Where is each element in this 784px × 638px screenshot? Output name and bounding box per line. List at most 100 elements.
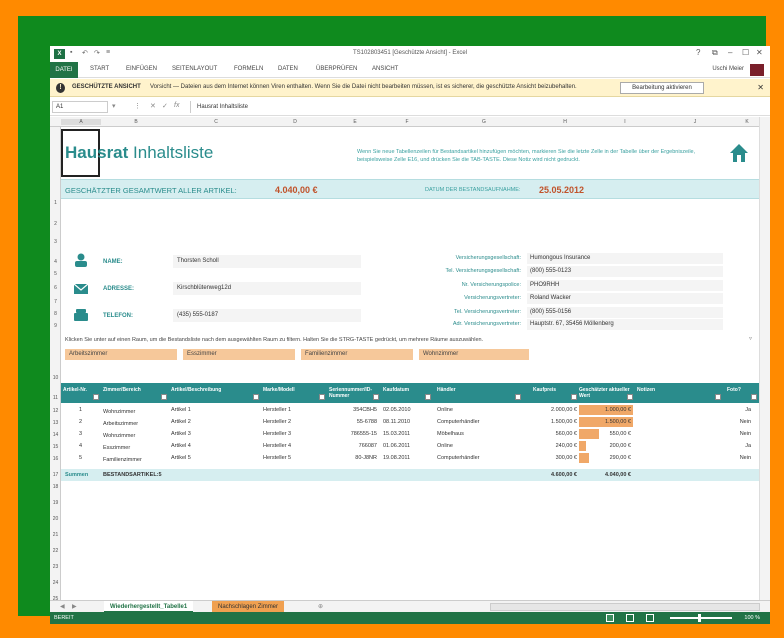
table-row[interactable]: 4 Esszimmer Artikel 4 Hersteller 4 76608… (61, 440, 759, 452)
filter-dropdown-icon[interactable] (515, 394, 521, 400)
filter-dropdown-icon[interactable] (161, 394, 167, 400)
row-6[interactable]: 6 (50, 285, 61, 291)
agent-value[interactable]: Roland Wacker (527, 293, 723, 304)
table-row[interactable]: 1 Wohnzimmer Artikel 1 Hersteller 1 354C… (61, 404, 759, 416)
column-f[interactable]: F (381, 119, 433, 125)
header-dealer[interactable]: Händler (437, 387, 456, 393)
column-c[interactable]: C (171, 119, 261, 125)
normal-view-icon[interactable] (606, 614, 614, 622)
filter-dropdown-icon[interactable] (571, 394, 577, 400)
row-5[interactable]: 5 (50, 271, 61, 277)
tab-formulas[interactable]: FORMELN (234, 66, 263, 72)
filter-dropdown-icon[interactable] (627, 394, 633, 400)
tab-insert[interactable]: EINFÜGEN (126, 66, 157, 72)
header-item[interactable]: Artikel/Beschreibung (171, 387, 221, 393)
avatar[interactable] (750, 64, 764, 76)
name-box[interactable]: A1 (52, 101, 108, 113)
filter-dropdown-icon[interactable] (253, 394, 259, 400)
row-1[interactable]: 1 (50, 200, 61, 206)
column-j[interactable]: J (655, 119, 735, 125)
minimize-button[interactable]: – (728, 48, 732, 57)
header-nr[interactable]: Artikel-Nr. (63, 387, 87, 393)
row-17[interactable]: 17 (50, 472, 61, 478)
tab-view[interactable]: ANSICHT (372, 66, 398, 72)
row-14[interactable]: 14 (50, 432, 61, 438)
table-row[interactable]: 5 Familienzimmer Artikel 5 Hersteller 5 … (61, 452, 759, 464)
enter-icon[interactable]: ✓ (162, 102, 168, 110)
header-room[interactable]: Zimmer/Bereich (103, 387, 141, 393)
formula-input[interactable]: Hausrat Inhaltsliste (190, 101, 760, 113)
table-row[interactable]: 2 Arbeitszimmer Artikel 2 Hersteller 2 5… (61, 416, 759, 428)
column-a[interactable]: A (61, 119, 101, 125)
table-row[interactable]: 3 Wohnzimmer Artikel 3 Hersteller 3 7865… (61, 428, 759, 440)
maximize-button[interactable]: ☐ (742, 48, 749, 57)
tab-file[interactable]: DATEI (50, 62, 78, 78)
page-break-view-icon[interactable] (646, 614, 654, 622)
column-i[interactable]: I (595, 119, 655, 125)
row-3[interactable]: 3 (50, 239, 61, 245)
filter-dropdown-icon[interactable] (715, 394, 721, 400)
row-7[interactable]: 7 (50, 299, 61, 305)
row-9[interactable]: 9 (50, 323, 61, 329)
filter-dropdown-icon[interactable] (425, 394, 431, 400)
user-name[interactable]: Uschi Meier (712, 66, 744, 72)
header-photo[interactable]: Foto? (727, 387, 741, 393)
row-12[interactable]: 12 (50, 408, 61, 414)
filter-dropdown-icon[interactable] (93, 394, 99, 400)
row-11[interactable]: 11 (50, 395, 61, 401)
cancel-icon[interactable]: ✕ (150, 102, 156, 110)
tab-review[interactable]: ÜBERPRÜFEN (316, 66, 357, 72)
column-h[interactable]: H (535, 119, 595, 125)
zoom-slider[interactable] (670, 617, 732, 619)
slicer-esszimmer[interactable]: Esszimmer (183, 349, 295, 360)
column-d[interactable]: D (261, 119, 329, 125)
row-13[interactable]: 13 (50, 420, 61, 426)
slicer-arbeitszimmer[interactable]: Arbeitszimmer (65, 349, 177, 360)
slicer-familienzimmer[interactable]: Familienzimmer (301, 349, 413, 360)
worksheet[interactable]: Hausrat Inhaltsliste Wenn Sie neue Tabel… (61, 127, 759, 600)
row-19[interactable]: 19 (50, 500, 61, 506)
column-g[interactable]: G (433, 119, 535, 125)
insurer-value[interactable]: Humongous Insurance (527, 253, 723, 264)
tab-page-layout[interactable]: SEITENLAYOUT (172, 66, 217, 72)
address-value[interactable]: Kirschblütenweg12d (173, 282, 361, 295)
row-23[interactable]: 23 (50, 564, 61, 570)
page-layout-view-icon[interactable] (626, 614, 634, 622)
filter-dropdown-icon[interactable] (319, 394, 325, 400)
row-16[interactable]: 16 (50, 456, 61, 462)
help-button[interactable]: ? (696, 48, 700, 57)
close-bar-icon[interactable]: ✕ (757, 83, 764, 92)
zoom-level[interactable]: 100 % (744, 615, 760, 621)
header-serial[interactable]: Seriennummer/ID-Nummer (329, 387, 379, 399)
row-4[interactable]: 4 (50, 259, 61, 265)
column-b[interactable]: B (101, 119, 171, 125)
enable-editing-button[interactable]: Bearbeitung aktivieren (620, 82, 704, 94)
zoom-slider-handle[interactable] (698, 614, 701, 622)
horizontal-scrollbar[interactable] (490, 603, 760, 611)
policy-value[interactable]: PHO9RHH (527, 280, 723, 291)
header-brand[interactable]: Marke/Modell (263, 387, 295, 393)
row-21[interactable]: 21 (50, 532, 61, 538)
vertical-scrollbar[interactable] (759, 117, 770, 600)
row-2[interactable]: 2 (50, 221, 61, 227)
row-22[interactable]: 22 (50, 548, 61, 554)
dropdown-icon[interactable]: ▾ (112, 102, 116, 110)
phone-value[interactable]: (435) 555-0187 (173, 309, 361, 322)
header-value[interactable]: Geschätzter aktueller Wert (579, 387, 633, 399)
row-24[interactable]: 24 (50, 580, 61, 586)
header-date[interactable]: Kaufdatum (383, 387, 409, 393)
header-notes[interactable]: Notizen (637, 387, 655, 393)
row-8[interactable]: 8 (50, 311, 61, 317)
function-icon[interactable]: fx (174, 102, 179, 109)
filter-dropdown-icon[interactable] (751, 394, 757, 400)
column-e[interactable]: E (329, 119, 381, 125)
header-price[interactable]: Kaufpreis (533, 387, 556, 393)
row-20[interactable]: 20 (50, 516, 61, 522)
row-15[interactable]: 15 (50, 444, 61, 450)
totals-row[interactable]: Summen BESTANDSARTIKEL:5 4.600,00 € 4.04… (61, 469, 759, 481)
tab-data[interactable]: DATEN (278, 66, 298, 72)
row-10[interactable]: 10 (50, 375, 61, 381)
agent-phone-value[interactable]: (800) 555-0156 (527, 307, 723, 318)
agent-address-value[interactable]: Hauptstr. 67, 35456 Möllenberg (527, 319, 723, 330)
filter-dropdown-icon[interactable] (373, 394, 379, 400)
